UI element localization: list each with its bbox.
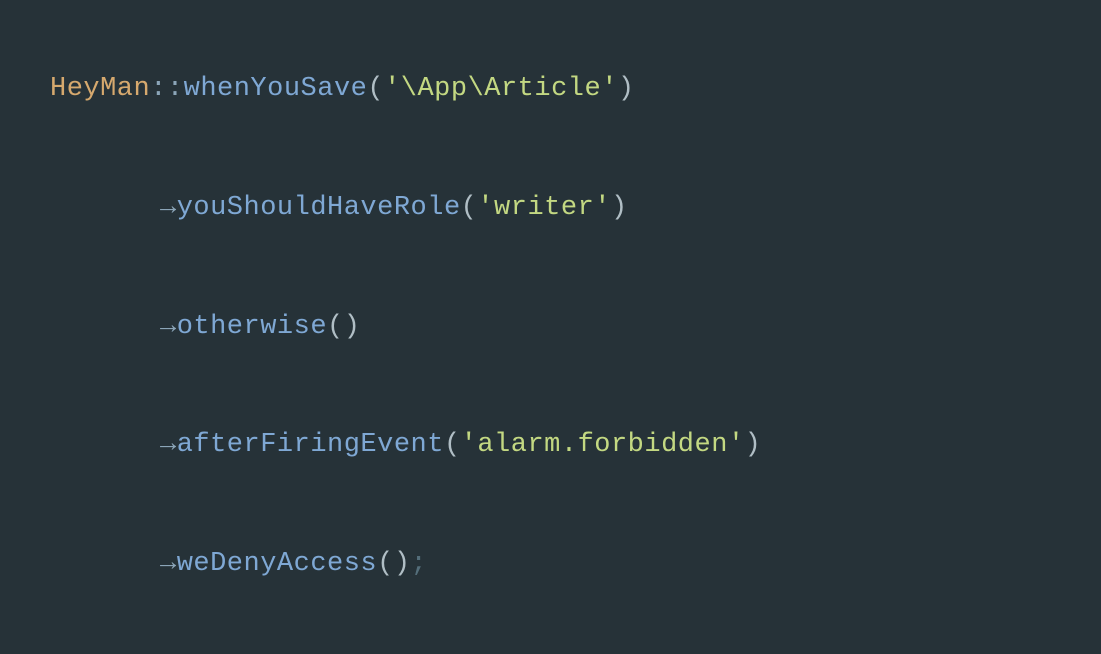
code-line-2: →youShouldHaveRole('writer') — [50, 179, 1051, 238]
code-line-3: →otherwise() — [50, 298, 1051, 357]
method-token: weDenyAccess — [177, 549, 377, 579]
code-line-5: →weDenyAccess(); — [50, 535, 1051, 594]
class-token: HeyMan — [50, 74, 150, 104]
arrow-token: → — [160, 549, 177, 579]
open-paren-token: ( — [461, 193, 478, 223]
string-token: 'alarm.forbidden' — [461, 430, 745, 460]
string-token: 'writer' — [477, 193, 611, 223]
method-token: afterFiringEvent — [177, 430, 444, 460]
string-token: '\App\Article' — [384, 74, 618, 104]
scope-resolution-token: :: — [150, 74, 183, 104]
method-token: youShouldHaveRole — [177, 193, 461, 223]
semicolon-token: ; — [411, 549, 428, 579]
arrow-token: → — [160, 430, 177, 460]
method-token: otherwise — [177, 312, 327, 342]
close-paren-token: ) — [745, 430, 762, 460]
arrow-token: → — [160, 193, 177, 223]
close-paren-token: ) — [611, 193, 628, 223]
close-paren-token: ) — [394, 549, 411, 579]
open-paren-token: ( — [444, 430, 461, 460]
code-block: HeyMan::whenYouSave('\App\Article') →you… — [50, 60, 1051, 654]
open-paren-token: ( — [327, 312, 344, 342]
close-paren-token: ) — [344, 312, 361, 342]
arrow-token: → — [160, 312, 177, 342]
method-token: whenYouSave — [184, 74, 368, 104]
open-paren-token: ( — [367, 74, 384, 104]
code-line-4: →afterFiringEvent('alarm.forbidden') — [50, 416, 1051, 475]
code-line-1: HeyMan::whenYouSave('\App\Article') — [50, 60, 1051, 119]
open-paren-token: ( — [377, 549, 394, 579]
close-paren-token: ) — [618, 74, 635, 104]
